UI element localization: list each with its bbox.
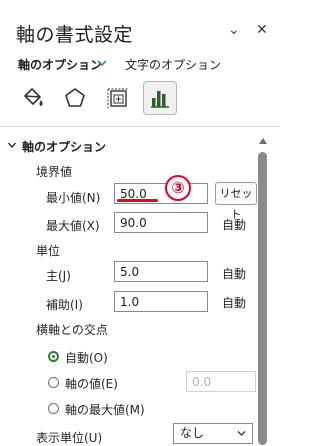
- format-axis-pane: 軸の書式設定 ⌄ ✕ 軸のオプション 文字のオプション 軸のオプション 境界値 …: [0, 0, 280, 445]
- maximum-label: 最大値(X): [46, 219, 100, 233]
- display-units-value: なし: [180, 426, 205, 440]
- reset-button[interactable]: リセット: [215, 182, 257, 221]
- minor-unit-input[interactable]: 1.0: [114, 291, 208, 312]
- size-properties-icon[interactable]: [102, 82, 134, 114]
- minimum-label: 最小値(N): [46, 191, 101, 205]
- radio-axis-max[interactable]: [48, 403, 59, 414]
- pane-title: 軸の書式設定: [16, 24, 134, 46]
- annotation-number-badge: ③: [165, 175, 191, 201]
- fill-line-icon[interactable]: [17, 82, 49, 114]
- scroll-up-arrow-icon[interactable]: [259, 138, 267, 144]
- dropdown-arrow-icon: [237, 431, 246, 436]
- options-tabs: 軸のオプション 文字のオプション: [0, 54, 280, 76]
- annotation-underline: [117, 199, 158, 202]
- bounds-label: 境界値: [36, 165, 73, 179]
- effects-icon[interactable]: [59, 82, 91, 114]
- category-icon-row: [0, 81, 280, 118]
- minor-unit-label: 補助(I): [46, 298, 83, 312]
- crosses-label: 横軸との交点: [36, 323, 108, 337]
- minor-auto-status: 自動: [222, 296, 247, 310]
- display-units-select[interactable]: なし: [173, 423, 253, 444]
- major-auto-status: 自動: [222, 267, 247, 281]
- units-label: 単位: [36, 244, 61, 258]
- radio-auto-label[interactable]: 自動(O): [65, 349, 108, 366]
- radio-axis-max-label[interactable]: 軸の最大値(M): [65, 401, 145, 418]
- maximum-input[interactable]: 90.0: [114, 212, 208, 233]
- axis-options-content: 軸のオプション 境界値 最小値(N) 50.0 リセット 最大値(X) 90.0…: [0, 127, 280, 445]
- pane-options-button[interactable]: ⌄: [228, 22, 240, 38]
- close-button[interactable]: ✕: [256, 22, 268, 38]
- scrollbar-thumb[interactable]: [258, 152, 267, 445]
- tab-axis-options[interactable]: 軸のオプション: [18, 56, 102, 73]
- radio-auto[interactable]: [48, 351, 59, 362]
- display-units-label: 表示単位(U): [36, 431, 103, 445]
- axis-options-icon[interactable]: [143, 81, 177, 115]
- pane-title-bar: 軸の書式設定 ⌄ ✕: [0, 0, 280, 50]
- axis-value-input[interactable]: 0.0: [186, 371, 256, 392]
- major-unit-label: 主(J): [46, 269, 71, 283]
- tab-text-options[interactable]: 文字のオプション: [125, 56, 221, 73]
- section-title[interactable]: 軸のオプション: [22, 138, 106, 155]
- radio-axis-value[interactable]: [48, 377, 59, 388]
- major-unit-input[interactable]: 5.0: [114, 261, 208, 282]
- radio-axis-value-label[interactable]: 軸の値(E): [65, 375, 118, 392]
- maximum-auto-status: 自動: [222, 218, 247, 232]
- collapse-chevron-icon[interactable]: [7, 140, 17, 150]
- chevron-down-icon[interactable]: [96, 57, 108, 69]
